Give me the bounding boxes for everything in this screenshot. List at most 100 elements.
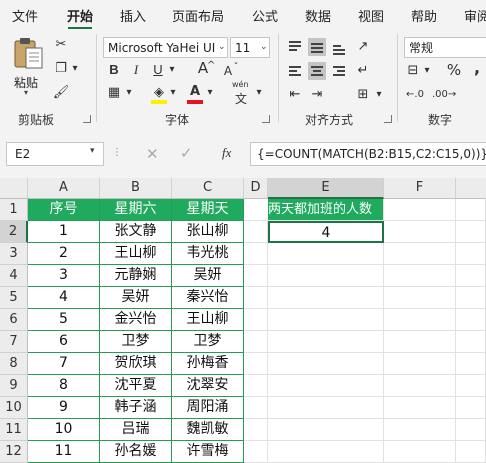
tab-view[interactable]: 视图 <box>358 6 384 25</box>
paste-button[interactable]: 粘贴 ▾ <box>8 36 48 97</box>
data-cell[interactable]: 张文静 <box>100 221 172 243</box>
underline-button[interactable]: U <box>150 61 166 79</box>
copy-icon[interactable]: ❐ <box>52 60 70 78</box>
header-cell[interactable]: 星期天 <box>172 199 244 221</box>
tab-formulas[interactable]: 公式 <box>252 6 278 25</box>
cell[interactable] <box>268 397 384 419</box>
wrap-text-icon[interactable]: ↵ <box>354 62 372 80</box>
column-header-a[interactable]: A <box>28 178 100 199</box>
row-header[interactable]: 8 <box>0 353 28 375</box>
cell[interactable] <box>384 221 456 243</box>
cell[interactable] <box>456 419 486 441</box>
data-cell[interactable]: 沈翠安 <box>172 375 244 397</box>
data-cell[interactable]: 王山柳 <box>172 309 244 331</box>
cell[interactable] <box>456 243 486 265</box>
currency-dropdown-icon[interactable]: ▾ <box>422 62 432 80</box>
row-header[interactable]: 3 <box>0 243 28 265</box>
clipboard-launcher-icon[interactable] <box>83 115 91 123</box>
cell[interactable] <box>268 419 384 441</box>
cell[interactable] <box>384 419 456 441</box>
row-header[interactable]: 4 <box>0 265 28 287</box>
column-header-b[interactable]: B <box>100 178 172 199</box>
data-cell[interactable]: 韦光桃 <box>172 243 244 265</box>
cell[interactable] <box>244 441 268 463</box>
name-box-dropdown-icon[interactable]: ▾ <box>90 146 95 156</box>
font-name-dropdown-icon[interactable]: ⌄ <box>218 37 226 58</box>
align-left-button[interactable] <box>286 62 304 80</box>
data-cell[interactable]: 吴妍 <box>172 265 244 287</box>
borders-icon[interactable]: ▦ <box>106 84 122 102</box>
data-cell[interactable]: 元静娴 <box>100 265 172 287</box>
data-cell[interactable]: 魏凯敏 <box>172 419 244 441</box>
align-top-button[interactable] <box>286 38 304 56</box>
cell[interactable] <box>268 375 384 397</box>
tab-insert[interactable]: 插入 <box>120 6 146 25</box>
cell[interactable] <box>268 265 384 287</box>
cell[interactable] <box>456 375 486 397</box>
data-cell[interactable]: 吕瑞 <box>100 419 172 441</box>
row-header[interactable]: 10 <box>0 397 28 419</box>
data-cell[interactable]: 2 <box>28 243 100 265</box>
result-header-cell[interactable]: 两天都加班的人数 <box>268 199 384 221</box>
data-cell[interactable]: 张山柳 <box>172 221 244 243</box>
format-painter-icon[interactable]: 🖌 <box>52 84 70 102</box>
cell[interactable] <box>244 331 268 353</box>
cell[interactable] <box>456 331 486 353</box>
cell[interactable] <box>244 419 268 441</box>
data-cell[interactable]: 1 <box>28 221 100 243</box>
borders-dropdown-icon[interactable]: ▾ <box>124 84 134 102</box>
row-header[interactable]: 9 <box>0 375 28 397</box>
paste-dropdown-icon[interactable]: ▾ <box>24 88 28 97</box>
cell[interactable] <box>384 309 456 331</box>
data-cell[interactable]: 王山柳 <box>100 243 172 265</box>
data-cell[interactable]: 3 <box>28 265 100 287</box>
worksheet-grid[interactable]: A B C D E F 1 序号 星期六 星期天 两天都加班的人数 2 1 张文静 张山柳 4 3 2… <box>0 178 486 463</box>
cell[interactable] <box>456 199 486 221</box>
font-color-button[interactable]: A <box>186 84 204 104</box>
cell[interactable] <box>456 397 486 419</box>
data-cell[interactable]: 4 <box>28 287 100 309</box>
row-header[interactable]: 11 <box>0 419 28 441</box>
cell[interactable] <box>268 287 384 309</box>
data-cell[interactable]: 10 <box>28 419 100 441</box>
cancel-icon[interactable]: ✕ <box>146 145 159 163</box>
decrease-indent-icon[interactable]: ⇤ <box>286 86 304 104</box>
tab-data[interactable]: 数据 <box>305 6 331 25</box>
data-cell[interactable]: 9 <box>28 397 100 419</box>
tab-help[interactable]: 帮助 <box>411 6 437 25</box>
data-cell[interactable]: 5 <box>28 309 100 331</box>
select-all-corner[interactable] <box>0 178 28 199</box>
merge-dropdown-icon[interactable]: ▾ <box>374 86 384 104</box>
cell[interactable] <box>268 243 384 265</box>
column-header-c[interactable]: C <box>172 178 244 199</box>
header-cell[interactable]: 序号 <box>28 199 100 221</box>
row-header[interactable]: 2 <box>0 221 28 243</box>
tab-review[interactable]: 审阅 <box>464 6 486 25</box>
font-color-dropdown-icon[interactable]: ▾ <box>205 84 215 102</box>
number-format-field[interactable]: 常规 <box>404 37 486 58</box>
italic-button[interactable]: I <box>128 61 144 79</box>
cell[interactable] <box>244 243 268 265</box>
cell[interactable] <box>268 309 384 331</box>
increase-indent-icon[interactable]: ⇥ <box>308 86 326 104</box>
align-bottom-button[interactable] <box>330 38 348 56</box>
cell[interactable] <box>244 287 268 309</box>
row-header[interactable]: 5 <box>0 287 28 309</box>
font-name-field[interactable]: Microsoft YaHei UI <box>103 37 228 58</box>
phonetic-dropdown-icon[interactable]: ▾ <box>254 84 264 102</box>
align-middle-button[interactable] <box>308 38 326 56</box>
cell[interactable] <box>384 397 456 419</box>
data-cell[interactable]: 8 <box>28 375 100 397</box>
data-cell[interactable]: 11 <box>28 441 100 463</box>
column-header-d[interactable]: D <box>244 178 268 199</box>
cell[interactable] <box>384 353 456 375</box>
data-cell[interactable]: 孙名媛 <box>100 441 172 463</box>
underline-dropdown-icon[interactable]: ▾ <box>167 61 177 79</box>
data-cell[interactable]: 卫梦 <box>100 331 172 353</box>
cell[interactable] <box>456 221 486 243</box>
alignment-launcher-icon[interactable] <box>384 115 392 123</box>
phonetic-guide-button[interactable]: wén 文 <box>232 80 254 106</box>
comma-button[interactable]: , <box>470 59 484 77</box>
cell[interactable] <box>456 287 486 309</box>
cell[interactable] <box>456 265 486 287</box>
